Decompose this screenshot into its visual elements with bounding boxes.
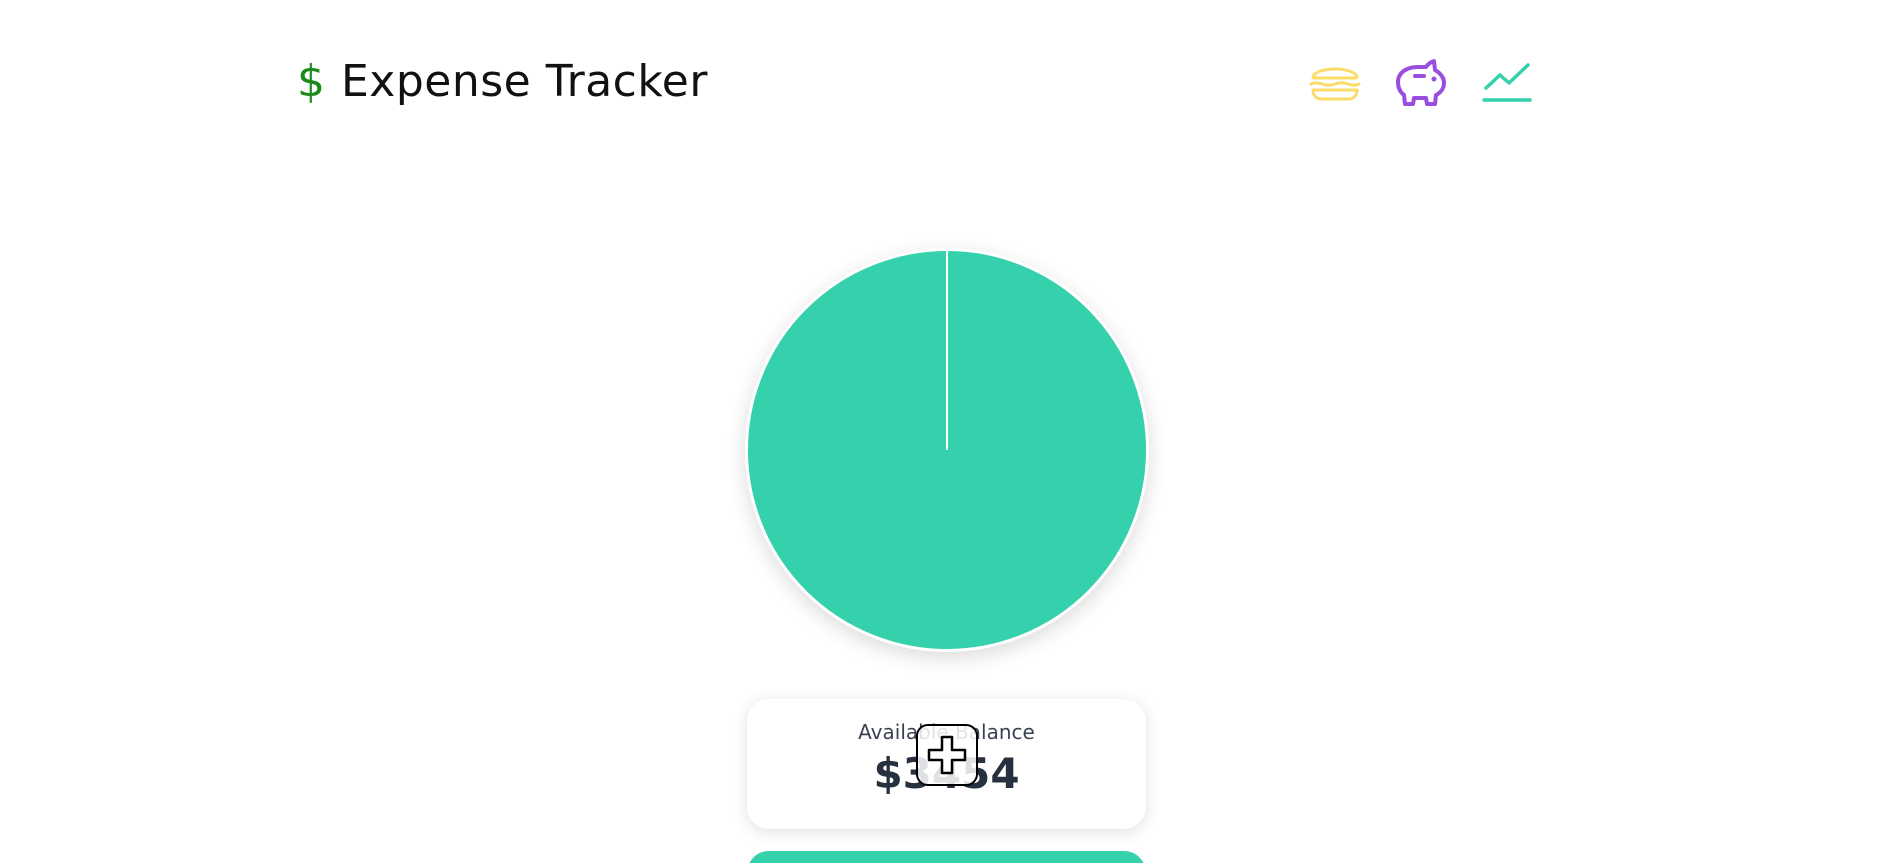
add-transaction-bar[interactable] — [747, 851, 1146, 863]
app: $ Expense Tracker Available Balance — [0, 0, 1893, 863]
header: $ Expense Tracker — [297, 52, 708, 112]
plus-icon — [927, 735, 967, 775]
expense-pie-chart — [745, 248, 1149, 652]
nav-icons — [1307, 52, 1535, 112]
dollar-logo-icon: $ — [297, 56, 325, 107]
add-expense-button[interactable] — [916, 724, 978, 786]
trend-chart-icon[interactable] — [1479, 54, 1535, 110]
piggy-bank-icon[interactable] — [1393, 54, 1449, 110]
burger-icon[interactable] — [1307, 54, 1363, 110]
page-title: Expense Tracker — [341, 56, 708, 107]
